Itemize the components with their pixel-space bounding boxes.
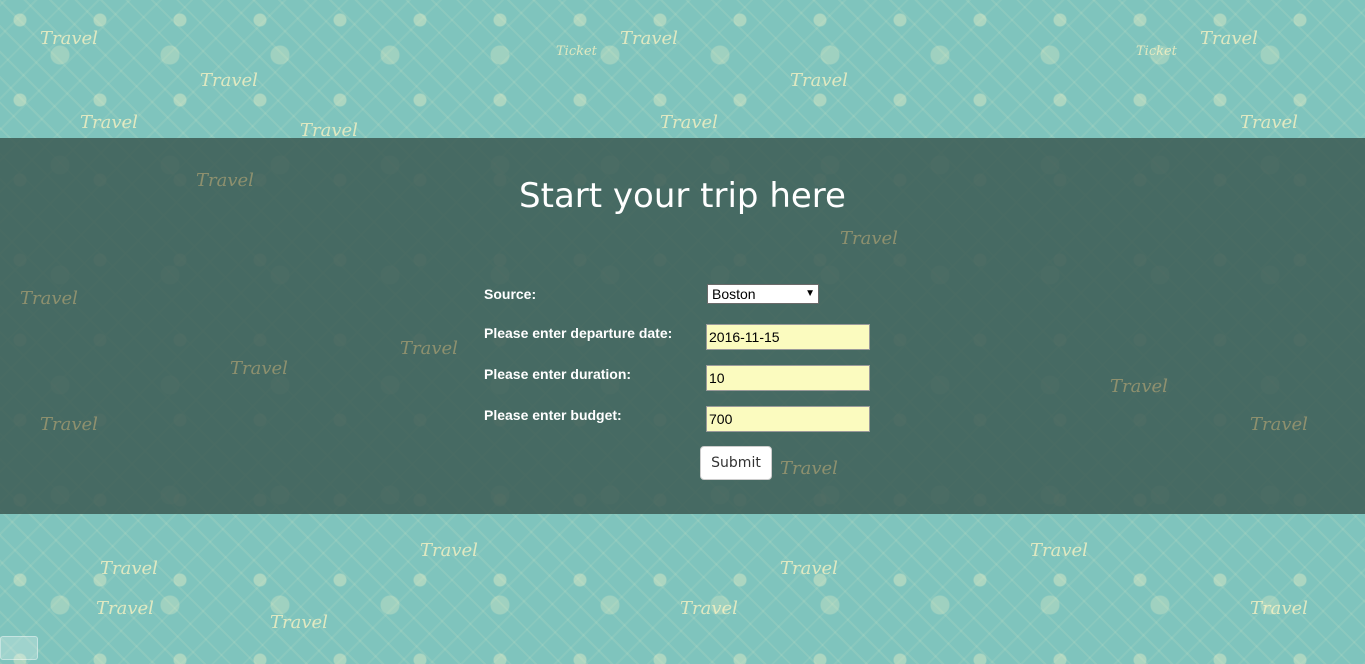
background-pattern-text: Travel [420, 540, 478, 561]
background-pattern-text: Travel [1200, 28, 1258, 49]
source-select-value: Boston [712, 286, 756, 302]
background-pattern-text: Travel [40, 28, 98, 49]
background-pattern-text: Travel [270, 612, 328, 633]
budget-input[interactable] [706, 406, 870, 432]
background-pattern-text: Travel [620, 28, 678, 49]
source-select[interactable]: Boston ▼ [707, 284, 819, 304]
duration-label: Please enter duration: [484, 366, 632, 382]
submit-button[interactable]: Submit [700, 446, 772, 480]
band-pattern-text: Travel [20, 288, 78, 309]
band-pattern-text: Travel [840, 228, 898, 249]
background-pattern-text: Travel [1240, 112, 1298, 133]
background-pattern-text: Travel [1250, 598, 1308, 619]
background-pattern-text: Travel [680, 598, 738, 619]
background-pattern-text: Travel [200, 70, 258, 91]
background-pattern-text: Travel [660, 112, 718, 133]
background-pattern-text: Ticket [556, 44, 597, 59]
band-pattern-text: Travel [400, 338, 458, 359]
band-pattern-text: Travel [1110, 376, 1168, 397]
chevron-down-icon: ▼ [805, 288, 815, 299]
background-pattern-text: Travel [100, 558, 158, 579]
departure-date-input[interactable] [706, 324, 870, 350]
band-pattern-text: Travel [40, 414, 98, 435]
band-pattern-text: Travel [230, 358, 288, 379]
page-title: Start your trip here [519, 176, 846, 216]
background-pattern-text: Travel [96, 598, 154, 619]
duration-input[interactable] [706, 365, 870, 391]
band-pattern-text: Travel [780, 458, 838, 479]
departure-date-label: Please enter departure date: [484, 325, 673, 341]
background-pattern-text: Travel [1030, 540, 1088, 561]
background-pattern-text: Travel [790, 70, 848, 91]
background-pattern-text: Travel [780, 558, 838, 579]
corner-widget [0, 636, 38, 660]
budget-label: Please enter budget: [484, 407, 622, 423]
background-pattern-text: Ticket [1136, 44, 1177, 59]
source-label: Source: [484, 286, 537, 302]
band-pattern-text: Travel [1250, 414, 1308, 435]
background-pattern-text: Travel [80, 112, 138, 133]
